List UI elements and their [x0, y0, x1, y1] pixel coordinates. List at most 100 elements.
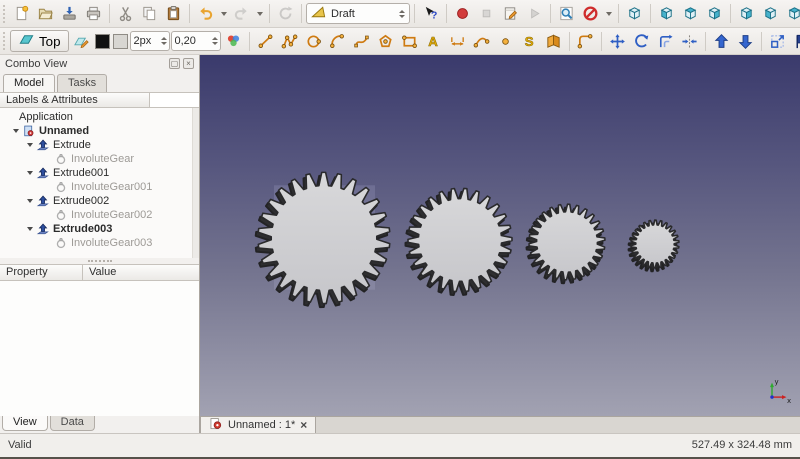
dropdown-caret-icon[interactable] [603, 2, 614, 25]
d-shapestring-button[interactable]: S [518, 30, 541, 53]
dock-float-icon[interactable]: ▢ [169, 58, 180, 69]
expand-arrow-icon[interactable] [10, 129, 22, 133]
mod-move-button[interactable] [606, 30, 629, 53]
d-facebinder-button[interactable] [542, 30, 565, 53]
paste-button[interactable] [162, 2, 185, 25]
expand-arrow-icon[interactable] [24, 143, 36, 147]
tree-item-extrude002[interactable]: Extrude002 [2, 194, 199, 208]
macro-edit-button[interactable] [499, 2, 522, 25]
cube-right-button[interactable] [703, 2, 726, 25]
expand-arrow-icon[interactable] [24, 171, 36, 175]
d-circle-button[interactable] [302, 30, 325, 53]
tree-item-involutegear001[interactable]: InvoluteGear001 [2, 180, 199, 194]
cube-top-button[interactable] [679, 2, 702, 25]
mod-trim-button[interactable] [678, 30, 701, 53]
expand-arrow-icon[interactable] [24, 199, 36, 203]
stop-button[interactable] [475, 2, 498, 25]
d-dim-button[interactable] [446, 30, 469, 53]
svg-text:x: x [787, 397, 791, 405]
draw-style-button[interactable] [579, 2, 602, 25]
tab-model[interactable]: Model [3, 74, 55, 92]
cube-bottom-button[interactable] [759, 2, 782, 25]
tree-item-involutegear[interactable]: InvoluteGear [2, 152, 199, 166]
record-button[interactable] [451, 2, 474, 25]
tree-item-involutegear002[interactable]: InvoluteGear002 [2, 208, 199, 222]
print-button[interactable] [82, 2, 105, 25]
d-point-button[interactable] [494, 30, 517, 53]
cube-rear-button[interactable] [735, 2, 758, 25]
plane-pen-button[interactable] [70, 30, 93, 53]
tree-scrollbar[interactable] [192, 108, 199, 258]
tree-item-extrude003[interactable]: Extrude003 [2, 222, 199, 236]
tab-data[interactable]: Data [49, 416, 95, 431]
toolbar-separator [704, 31, 706, 51]
save-button[interactable] [58, 2, 81, 25]
d-shapestring-icon: S [521, 33, 538, 50]
color-wheel-button[interactable] [222, 30, 245, 53]
d-bspline-button[interactable] [350, 30, 373, 53]
d-fillet-button[interactable] [574, 30, 597, 53]
d-rect-button[interactable] [398, 30, 421, 53]
spinner-arrows[interactable] [211, 37, 219, 45]
dock-close-icon[interactable]: × [183, 58, 194, 69]
d-polygon-button[interactable] [374, 30, 397, 53]
line-width-input[interactable] [133, 35, 161, 47]
gear-shape-4[interactable] [627, 219, 680, 273]
new-file-button[interactable] [10, 2, 33, 25]
cube-front-button[interactable] [655, 2, 678, 25]
tab-view[interactable]: View [2, 416, 48, 431]
value-column-header[interactable]: Value [83, 265, 122, 280]
mod-scale-button[interactable] [766, 30, 789, 53]
play-button[interactable] [523, 2, 546, 25]
expand-arrow-icon[interactable] [24, 227, 36, 231]
property-column-header[interactable]: Property [0, 265, 83, 280]
dropdown-caret-icon[interactable] [218, 2, 229, 25]
toolbar-drag-handle[interactable] [3, 32, 6, 50]
mod-upgrade-button[interactable] [710, 30, 733, 53]
workbench-selector[interactable]: Draft [306, 3, 410, 24]
tree-item-involutegear003[interactable]: InvoluteGear003 [2, 236, 199, 250]
tab-tasks[interactable]: Tasks [56, 74, 108, 92]
open-button[interactable] [34, 2, 57, 25]
d-wire-button[interactable] [278, 30, 301, 53]
face-color-swatch[interactable] [112, 33, 128, 49]
mod-downgrade-button[interactable] [734, 30, 757, 53]
scale-input[interactable] [174, 35, 212, 47]
line-color-swatch[interactable] [94, 33, 110, 49]
toolbar-separator [568, 31, 570, 51]
mod-move-icon [609, 33, 626, 50]
d-bezier-button[interactable] [470, 30, 493, 53]
cube-left-button[interactable] [783, 2, 800, 25]
undo-button[interactable] [194, 2, 217, 25]
tree-item-extrude001[interactable]: Extrude001 [2, 166, 199, 180]
close-tab-icon[interactable]: × [300, 419, 307, 431]
mod-edit-icon [793, 33, 800, 50]
mod-offset-button[interactable] [654, 30, 677, 53]
d-text-button[interactable]: A [422, 30, 445, 53]
tree-item-document[interactable]: Unnamed [2, 124, 199, 138]
gear-shape-2[interactable] [404, 187, 513, 297]
mod-edit-button[interactable] [790, 30, 800, 53]
redo-button[interactable] [230, 2, 253, 25]
dropdown-caret-icon[interactable] [254, 2, 265, 25]
line-width-spinbox[interactable] [129, 31, 170, 51]
working-plane-button[interactable]: Top [10, 30, 69, 52]
document-tab[interactable]: Unnamed : 1* × [200, 417, 317, 433]
d-line-button[interactable] [254, 30, 277, 53]
tree-item-extrude[interactable]: Extrude [2, 138, 199, 152]
mod-rotate-button[interactable] [630, 30, 653, 53]
refresh-button[interactable] [274, 2, 297, 25]
cube-iso-button[interactable] [623, 2, 646, 25]
d-arc-button[interactable] [326, 30, 349, 53]
cut-button[interactable] [114, 2, 137, 25]
zoom-fit-button[interactable] [555, 2, 578, 25]
spinner-arrows[interactable] [160, 37, 168, 45]
copy-button[interactable] [138, 2, 161, 25]
spinner-arrows[interactable] [399, 9, 406, 18]
toolbar-drag-handle[interactable] [3, 4, 6, 23]
scale-spinbox[interactable] [170, 31, 221, 51]
3d-viewport[interactable]: yx [200, 55, 800, 416]
whats-this-button[interactable]: ? [419, 2, 442, 25]
gear-shape-3[interactable] [525, 203, 606, 285]
tree-column-header[interactable]: Labels & Attributes [0, 93, 150, 107]
